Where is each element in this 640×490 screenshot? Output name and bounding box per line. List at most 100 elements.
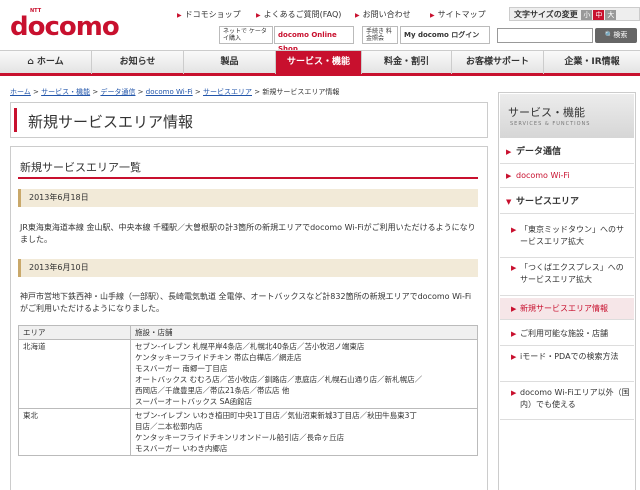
facility-line: オートバックス むむろ店／苫小牧店／釧路店／恵庭店／札幌石山通り店／新札幌店／ <box>135 375 423 384</box>
title-accent-bar <box>14 108 17 132</box>
toplink-contact[interactable]: ▶ お問い合わせ <box>355 9 411 20</box>
toplink-sitemap[interactable]: ▶ サイトマップ <box>430 9 486 20</box>
nav-news[interactable]: お知らせ <box>92 51 184 74</box>
breadcrumb-separator: > <box>192 88 203 96</box>
area-cell: 東北 <box>18 408 131 456</box>
arrow-icon: ▶ <box>511 226 517 234</box>
breadcrumb-separator: > <box>252 88 263 96</box>
facility-line: 目店／二本松郭内店 <box>135 422 203 431</box>
facility-line: モスバーガー いわき内郷店 <box>135 444 228 453</box>
breadcrumb-separator: > <box>30 88 42 96</box>
arrow-icon: ▶ <box>506 148 512 156</box>
home-icon: ⌂ <box>27 57 37 67</box>
toplink-label: ドコモショップ <box>184 10 241 19</box>
arrow-icon: ▶ <box>506 172 512 180</box>
page-title: 新規サービスエリア情報 <box>28 113 194 131</box>
toplink-label: お問い合わせ <box>362 10 411 19</box>
sidebar-item-label: iモード・PDAでの検索方法 <box>520 352 619 361</box>
sidebar-item-label: docomo Wi-Fi <box>516 171 570 180</box>
breadcrumb-data[interactable]: データ通信 <box>100 88 135 96</box>
facility-line: ケンタッキーフライドチキンリオンドール船引店／長命ヶ丘店 <box>135 433 345 442</box>
sidebar-item-service-area[interactable]: ▼ サービスエリア <box>500 190 634 214</box>
text-size-large-button[interactable]: 大 <box>605 10 617 20</box>
breadcrumb-wifi[interactable]: docomo Wi-Fi <box>146 88 193 96</box>
table-header-row: エリア 施設・店舗 <box>18 325 478 340</box>
arrow-icon: ▶ <box>177 12 182 19</box>
arrow-icon: ▶ <box>256 12 261 19</box>
sidebar-item-outside-area[interactable]: ▶ docomo Wi-Fiエリア以外（国内）でも使える <box>500 384 634 420</box>
date-heading: 2013年6月10日 <box>18 259 478 277</box>
nav-home[interactable]: ⌂ ホーム <box>0 51 92 74</box>
online-purchase-link[interactable]: ネットで ケータイ購入 <box>219 26 273 44</box>
sidebar-item-imode-search[interactable]: ▶ iモード・PDAでの検索方法 <box>500 348 634 382</box>
sidebar-title: サービス・機能 <box>508 106 585 119</box>
search-button-label: 検索 <box>613 31 628 39</box>
sidebar-item-label: ご利用可能な施設・店舗 <box>520 329 608 338</box>
facility-line: セブン-イレブン いわき植田町中央1丁目店／気仙沼東新城3丁目店／秋田牛島東3丁 <box>135 411 417 420</box>
text-size-control: 文字サイズの変更 小中大 <box>509 7 640 21</box>
sidebar-item-tsukuba[interactable]: ▶ 「つくばエクスプレス」へのサービスエリア拡大 <box>500 260 634 296</box>
column-header-facility: 施設・店舗 <box>130 325 478 340</box>
table-row: 東北 セブン-イレブン いわき植田町中央1丁目店／気仙沼東新城3丁目店／秋田牛島… <box>18 408 478 456</box>
section-title: 新規サービスエリア一覧 <box>20 161 141 174</box>
docomo-logo[interactable]: docomo <box>10 12 120 42</box>
sidebar-item-label: 「東京ミッドタウン」へのサービスエリア拡大 <box>520 225 624 246</box>
date-heading: 2013年6月18日 <box>18 189 478 207</box>
toplink-shop[interactable]: ▶ ドコモショップ <box>177 9 241 20</box>
sidebar-subtitle: SERVICES & FUNCTIONS <box>510 121 591 127</box>
search-button[interactable]: 🔍検索 <box>595 28 637 43</box>
nav-corporate[interactable]: 企業・IR情報 <box>544 51 640 74</box>
breadcrumb-area[interactable]: サービスエリア <box>203 88 252 96</box>
search-input[interactable] <box>497 28 593 43</box>
my-docomo-login-link[interactable]: My docomo ログイン <box>400 26 490 44</box>
column-header-area: エリア <box>18 325 131 340</box>
text-size-small-button[interactable]: 小 <box>581 10 593 20</box>
sidebar-item-label: データ通信 <box>516 147 562 157</box>
nav-pricing[interactable]: 料金・割引 <box>362 51 452 74</box>
breadcrumb-home[interactable]: ホーム <box>10 88 31 96</box>
toplink-label: よくあるご質問(FAQ) <box>263 10 342 19</box>
sidebar-item-midtown[interactable]: ▶ 「東京ミッドタウン」へのサービスエリア拡大 <box>500 222 634 258</box>
sidebar-item-label: docomo Wi-Fiエリア以外（国内）でも使える <box>520 388 630 409</box>
sidebar-item-facilities[interactable]: ▶ ご利用可能な施設・店舗 <box>500 322 634 346</box>
sidebar-item-label: 「つくばエクスプレス」へのサービスエリア拡大 <box>520 263 624 284</box>
facility-line: ケンタッキーフライドチキン 帯広白樺店／網走店 <box>135 353 302 362</box>
area-cell: 北海道 <box>18 339 131 409</box>
nav-support[interactable]: お客様サポート <box>452 51 544 74</box>
breadcrumb-services[interactable]: サービス・機能 <box>41 88 90 96</box>
procedures-link[interactable]: 手続き 料金照会 <box>362 26 398 44</box>
nav-services[interactable]: サービス・機能 <box>276 51 362 74</box>
nav-label: ホーム <box>36 57 64 67</box>
toplink-faq[interactable]: ▶ よくあるご質問(FAQ) <box>256 9 341 20</box>
sidebar-item-data[interactable]: ▶ データ通信 <box>500 140 634 164</box>
text-size-medium-button[interactable]: 中 <box>593 10 605 20</box>
nav-products[interactable]: 製品 <box>184 51 276 74</box>
breadcrumb-separator: > <box>90 88 101 96</box>
arrow-icon: ▶ <box>511 330 517 338</box>
arrow-icon: ▶ <box>511 264 517 272</box>
facility-line: スーパーオートバックス SA函館店 <box>135 397 253 406</box>
breadcrumb: ホーム > サービス・機能 > データ通信 > docomo Wi-Fi > サ… <box>10 87 339 97</box>
online-shop-banner[interactable]: docomo Online Shop <box>274 26 354 53</box>
sidebar-item-new-area[interactable]: ▶ 新規サービスエリア情報 <box>500 298 634 320</box>
arrow-icon: ▼ <box>506 198 512 206</box>
table-row: 北海道 セブン-イレブン 札幌平岸4条店／札幌北40条店／苫小牧沼ノ端東店 ケン… <box>18 339 478 409</box>
arrow-icon: ▶ <box>511 353 517 361</box>
store-table: エリア 施設・店舗 北海道 セブン-イレブン 札幌平岸4条店／札幌北40条店／苫… <box>18 325 478 456</box>
breadcrumb-current: 新規サービスエリア情報 <box>262 88 340 96</box>
facility-line: セブン-イレブン 札幌平岸4条店／札幌北40条店／苫小牧沼ノ端東店 <box>135 342 365 351</box>
arrow-icon: ▶ <box>355 12 360 19</box>
breadcrumb-separator: > <box>135 88 146 96</box>
arrow-icon: ▶ <box>511 389 517 397</box>
sidebar-item-label: サービスエリア <box>516 197 580 207</box>
facility-line: 西岡店／千歳豊里店／帯広21条店／帯広店 他 <box>135 386 290 395</box>
sidebar-item-label: 新規サービスエリア情報 <box>520 304 608 313</box>
facility-cell: セブン-イレブン いわき植田町中央1丁目店／気仙沼東新城3丁目店／秋田牛島東3丁… <box>130 408 478 456</box>
facility-cell: セブン-イレブン 札幌平岸4条店／札幌北40条店／苫小牧沼ノ端東店 ケンタッキー… <box>130 339 478 409</box>
facility-line: モスバーガー 南郷一丁目店 <box>135 364 228 373</box>
entry-text: JR東海東海道本線 金山駅、中央本線 千種駅／大曽根駅の計3箇所の新規エリアでd… <box>20 223 476 244</box>
toplink-label: サイトマップ <box>437 10 486 19</box>
sidebar-item-wifi[interactable]: ▶ docomo Wi-Fi <box>500 164 634 188</box>
text-size-label: 文字サイズの変更 <box>514 10 578 19</box>
arrow-icon: ▶ <box>511 305 517 313</box>
